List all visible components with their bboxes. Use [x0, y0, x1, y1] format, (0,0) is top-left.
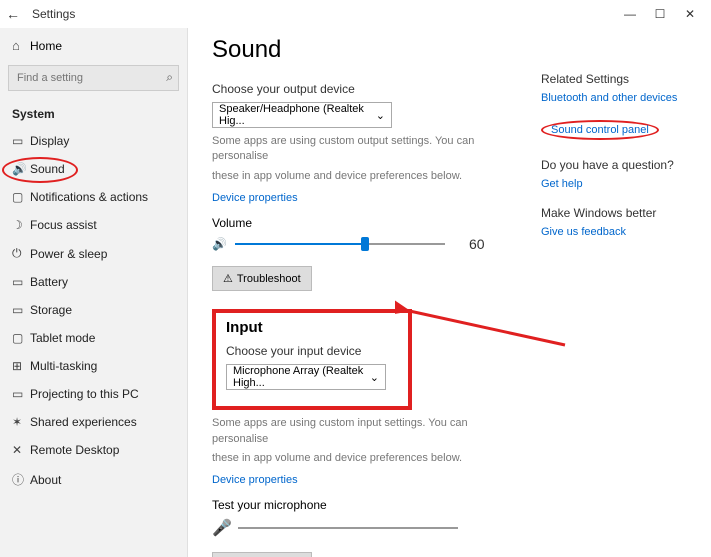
test-mic-label: Test your microphone [212, 498, 525, 512]
output-troubleshoot-button[interactable]: ⚠Troubleshoot [212, 266, 312, 291]
volume-value: 60 [469, 236, 485, 252]
nav-storage[interactable]: ▭Storage [0, 296, 187, 324]
multitask-icon: ⊞ [12, 359, 30, 373]
chevron-down-icon: ⌄ [370, 371, 379, 384]
notifications-icon: ▢ [12, 190, 30, 204]
battery-icon: ▭ [12, 275, 30, 289]
output-device-value: Speaker/Headphone (Realtek Hig... [219, 103, 376, 127]
remote-icon: ✕ [12, 443, 30, 457]
related-heading: Related Settings [541, 72, 699, 86]
nav-notifications[interactable]: ▢Notifications & actions [0, 183, 187, 211]
minimize-button[interactable]: — [615, 7, 645, 21]
nav-focus-assist[interactable]: ☽Focus assist [0, 211, 187, 239]
chevron-down-icon: ⌄ [376, 109, 385, 122]
nav-projecting[interactable]: ▭Projecting to this PC [0, 380, 187, 408]
display-icon: ▭ [12, 134, 30, 148]
sidebar: ⌂ Home ⌕ System ▭Display 🔊Sound ▢Notific… [0, 28, 188, 557]
storage-icon: ▭ [12, 303, 30, 317]
power-icon: ⏻ [12, 246, 30, 261]
warning-icon: ⚠ [223, 272, 233, 285]
maximize-button[interactable]: ☐ [645, 7, 675, 21]
input-device-properties-link[interactable]: Device properties [212, 474, 298, 486]
home-nav[interactable]: ⌂ Home [0, 32, 187, 59]
input-label: Choose your input device [226, 344, 398, 358]
nav-multitask[interactable]: ⊞Multi-tasking [0, 352, 187, 380]
about-icon: ⓘ [12, 471, 30, 488]
content-area: Sound Choose your output device Speaker/… [188, 28, 541, 557]
input-hint: Some apps are using custom input setting… [212, 416, 492, 447]
input-device-dropdown[interactable]: Microphone Array (Realtek High... ⌄ [226, 364, 386, 390]
slider-thumb[interactable] [361, 237, 369, 251]
nav-shared[interactable]: ✶Shared experiences [0, 408, 187, 436]
input-heading: Input [226, 319, 398, 336]
output-hint2: these in app volume and device preferenc… [212, 169, 492, 184]
input-troubleshoot-button[interactable]: ⚠Troubleshoot [212, 552, 312, 557]
nav-remote[interactable]: ✕Remote Desktop [0, 436, 187, 464]
bluetooth-link[interactable]: Bluetooth and other devices [541, 92, 699, 104]
nav-power[interactable]: ⏻Power & sleep [0, 239, 187, 268]
titlebar: ← Settings — ☐ ✕ [0, 0, 711, 28]
output-device-dropdown[interactable]: Speaker/Headphone (Realtek Hig... ⌄ [212, 102, 392, 128]
output-label: Choose your output device [212, 82, 525, 96]
feedback-link[interactable]: Give us feedback [541, 226, 699, 238]
microphone-icon: 🎤 [212, 518, 232, 538]
sound-icon: 🔊 [12, 162, 30, 176]
page-title: Sound [212, 36, 525, 64]
nav-sound[interactable]: 🔊Sound [0, 155, 187, 183]
volume-label: Volume [212, 216, 525, 230]
volume-icon: 🔊 [212, 237, 227, 251]
nav-about[interactable]: ⓘAbout [0, 464, 187, 495]
nav-tablet[interactable]: ▢Tablet mode [0, 324, 187, 352]
home-icon: ⌂ [12, 38, 30, 53]
output-device-properties-link[interactable]: Device properties [212, 192, 298, 204]
question-heading: Do you have a question? [541, 158, 699, 172]
search-icon: ⌕ [166, 70, 173, 85]
home-label: Home [30, 39, 62, 53]
input-section-highlight: Input Choose your input device Microphon… [212, 309, 412, 410]
input-hint2: these in app volume and device preferenc… [212, 451, 492, 466]
search-box[interactable]: ⌕ [8, 65, 179, 91]
nav-battery[interactable]: ▭Battery [0, 268, 187, 296]
right-panel: Related Settings Bluetooth and other dev… [541, 28, 711, 557]
focus-icon: ☽ [12, 218, 30, 232]
get-help-link[interactable]: Get help [541, 178, 699, 190]
tablet-icon: ▢ [12, 331, 30, 345]
input-device-value: Microphone Array (Realtek High... [233, 365, 370, 389]
nav-display[interactable]: ▭Display [0, 127, 187, 155]
volume-slider[interactable] [235, 237, 445, 251]
better-heading: Make Windows better [541, 206, 699, 220]
search-input[interactable] [8, 65, 179, 91]
back-button[interactable]: ← [6, 6, 24, 22]
shared-icon: ✶ [12, 415, 30, 429]
mic-level-bar [238, 527, 458, 529]
projecting-icon: ▭ [12, 387, 30, 401]
close-button[interactable]: ✕ [675, 7, 705, 21]
window-title: Settings [32, 7, 615, 21]
group-label: System [0, 101, 187, 127]
sound-control-panel-link[interactable]: Sound control panel [541, 120, 659, 140]
output-hint: Some apps are using custom output settin… [212, 134, 492, 165]
